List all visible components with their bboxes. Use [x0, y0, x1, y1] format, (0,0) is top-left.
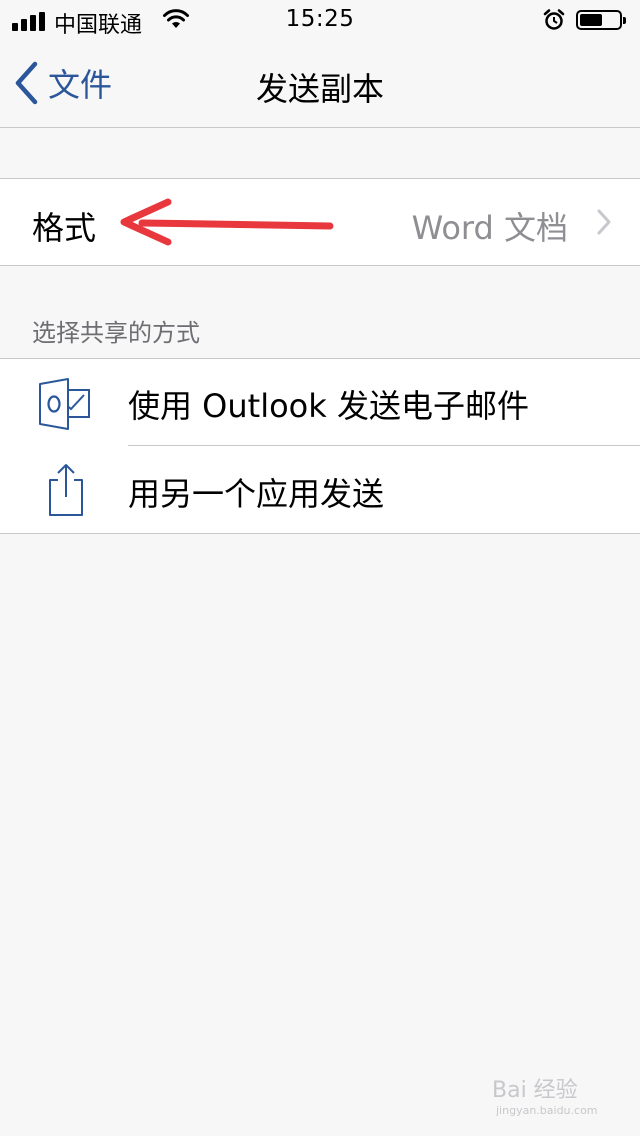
alarm-icon: [543, 9, 565, 30]
format-value: Word 文档: [411, 209, 568, 247]
send-copy-screen: 中国联通 15:25 文件 发送副本 格式 Word 文档 选择共享的方式 使用…: [0, 0, 640, 1136]
chevron-right-icon: [597, 209, 611, 235]
battery-icon: [576, 10, 626, 30]
share-outlook-label: 使用 Outlook 发送电子邮件: [128, 387, 529, 425]
share-other-app-row[interactable]: 用另一个应用发送: [0, 447, 640, 534]
share-other-app-label: 用另一个应用发送: [128, 475, 385, 513]
watermark: Bai 经验: [492, 1078, 578, 1103]
watermark-url: jingyan.baidu.com: [496, 1104, 598, 1117]
share-outlook-row[interactable]: 使用 Outlook 发送电子邮件: [0, 359, 640, 446]
annotation-arrow: [120, 198, 334, 246]
page-title: 发送副本: [255, 70, 384, 108]
format-label: 格式: [32, 209, 97, 247]
navigation-bar: 文件 发送副本: [0, 40, 640, 128]
status-bar: 中国联通 15:25: [0, 0, 640, 40]
share-options-list: 使用 Outlook 发送电子邮件 用另一个应用发送: [0, 358, 640, 534]
share-icon: [49, 464, 83, 516]
share-section-header: 选择共享的方式: [32, 319, 200, 347]
row-divider: [128, 445, 640, 446]
outlook-icon: [39, 378, 90, 430]
